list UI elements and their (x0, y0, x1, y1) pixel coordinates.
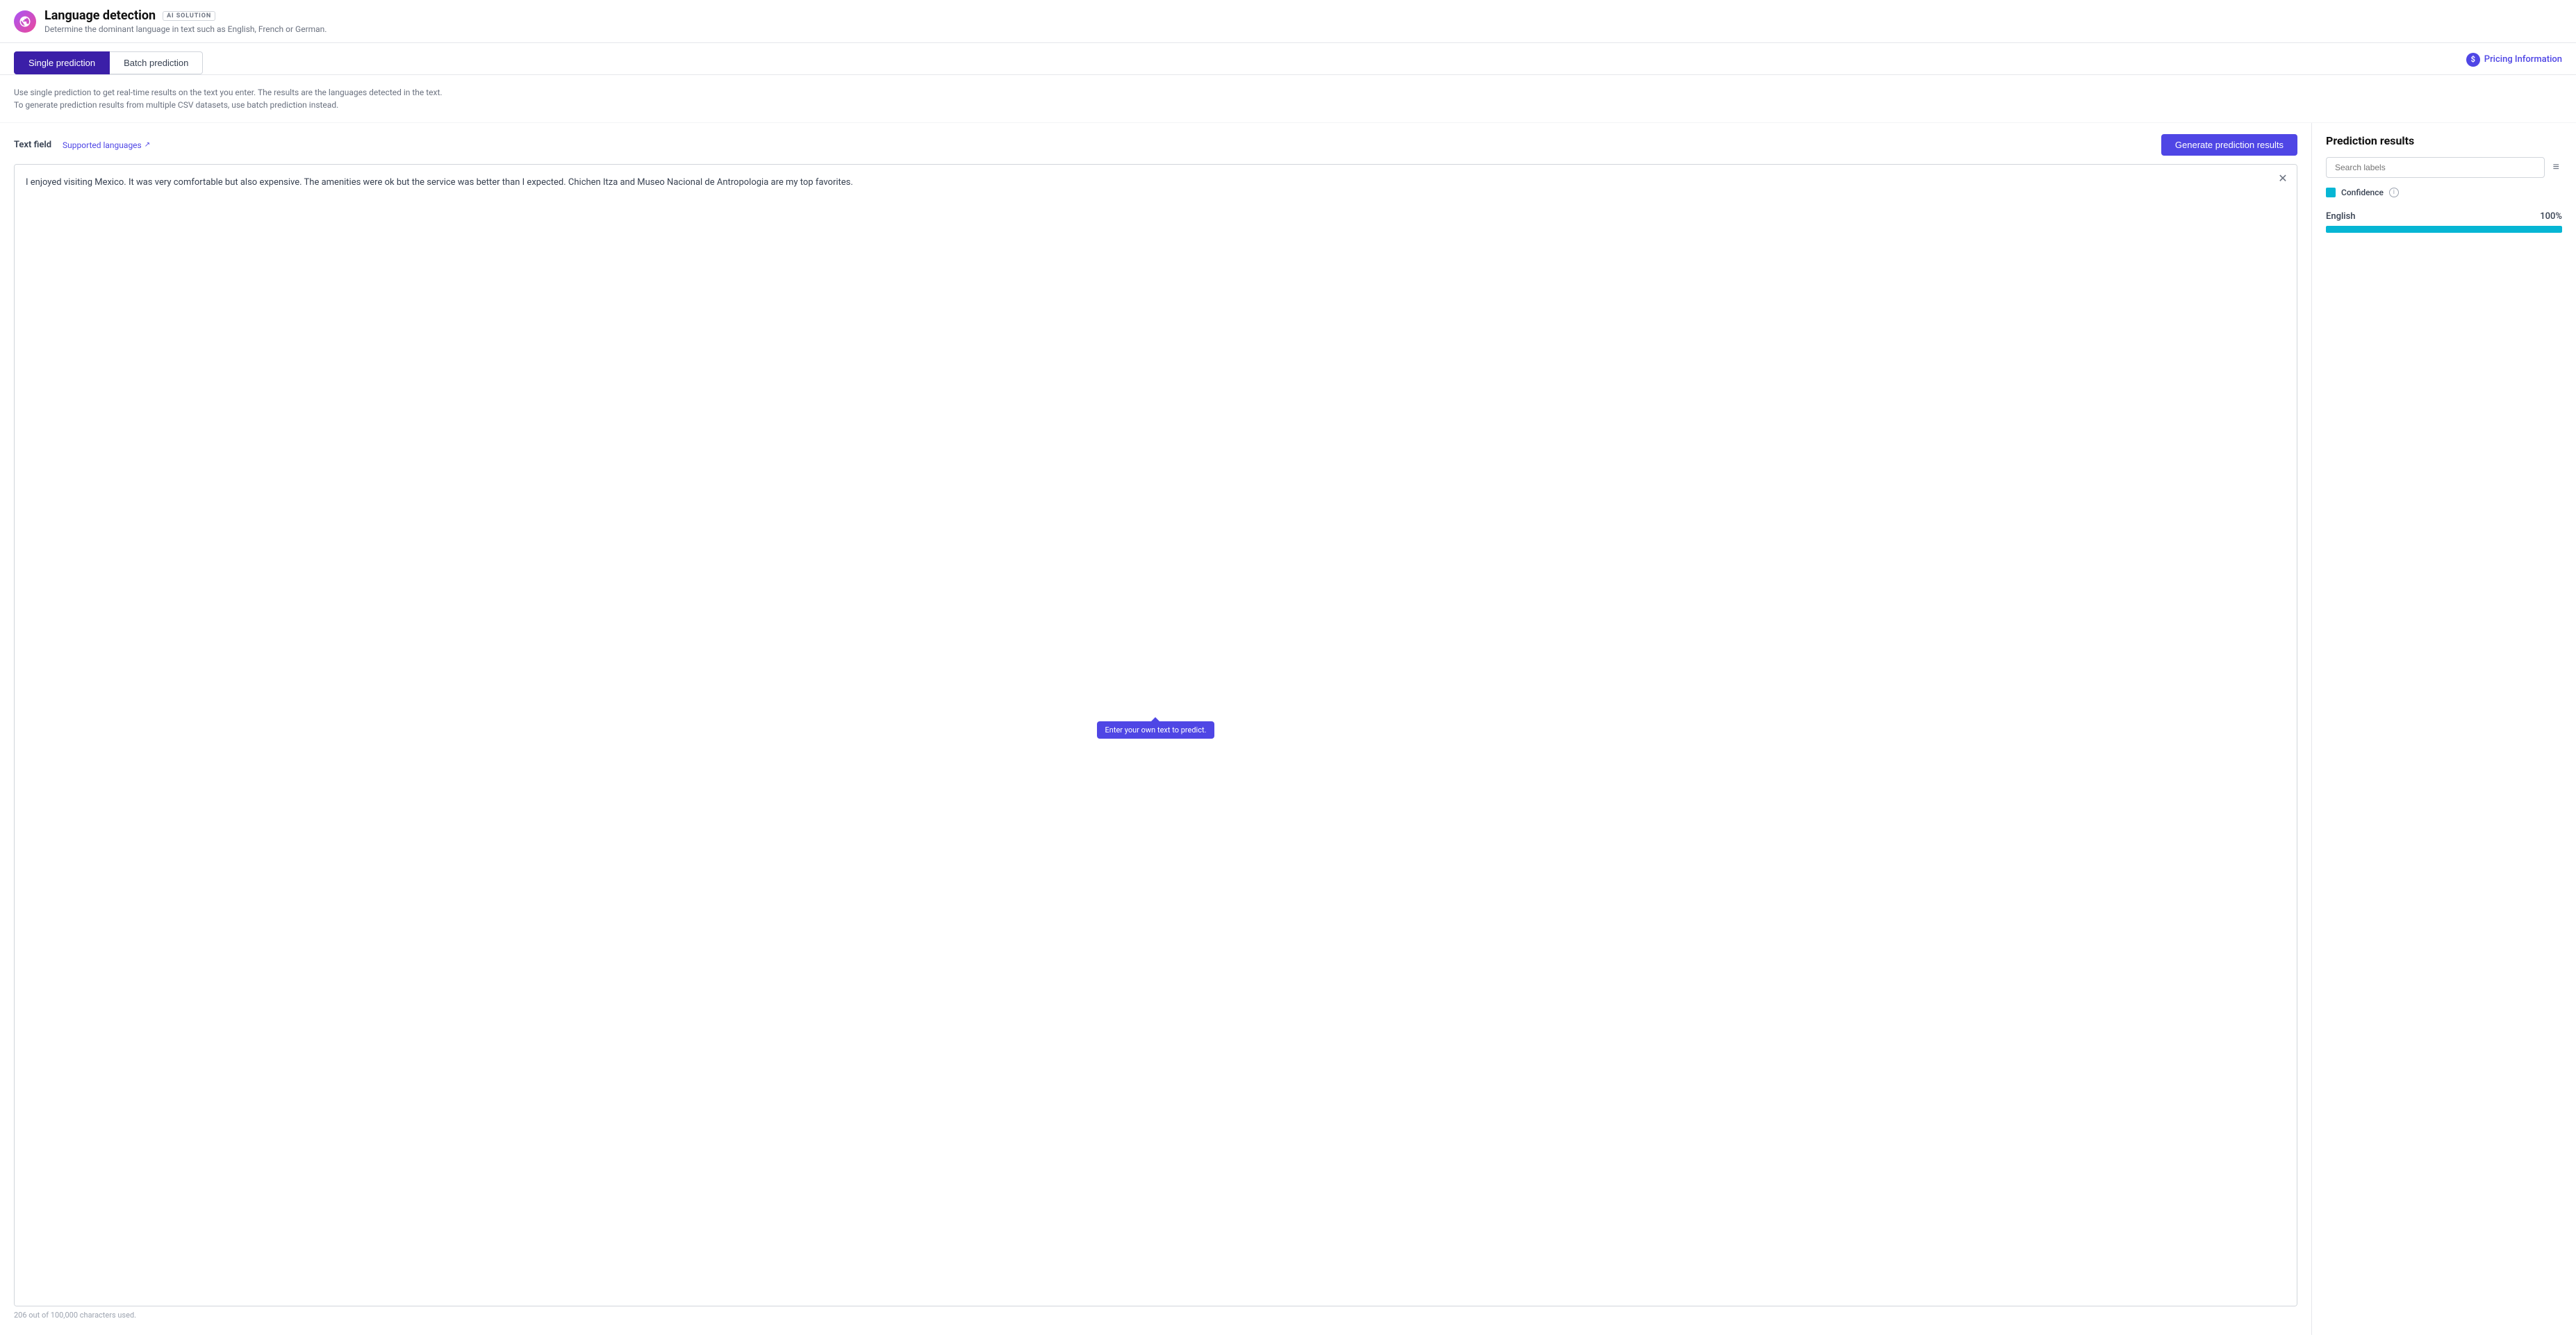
confidence-row: Confidence i (2326, 188, 2562, 197)
progress-bar-background (2326, 226, 2562, 233)
prediction-results-title: Prediction results (2326, 134, 2562, 147)
tabs-container: Single prediction Batch prediction (14, 51, 203, 74)
app-logo (14, 10, 36, 33)
external-link-icon: ↗ (145, 141, 150, 149)
tab-single-prediction[interactable]: Single prediction (14, 51, 110, 74)
search-container: ≡ (2326, 157, 2562, 178)
confidence-label: Confidence (2341, 188, 2384, 197)
info-line1: Use single prediction to get real-time r… (14, 86, 2562, 99)
left-panel: Text field Supported languages ↗ Generat… (0, 123, 2312, 1335)
text-field-label: Text field (14, 140, 51, 150)
confidence-dot (2326, 188, 2336, 197)
ai-badge: AI SOLUTION (163, 11, 215, 21)
char-count: 206 out of 100,000 characters used. (14, 1306, 2297, 1324)
tooltip: Enter your own text to predict. (1097, 721, 1215, 739)
clear-text-button[interactable]: ✕ (2274, 170, 2291, 187)
supported-languages-link[interactable]: Supported languages ↗ (63, 140, 150, 150)
language-row: English 100% (2326, 211, 2562, 222)
search-labels-input[interactable] (2326, 157, 2545, 178)
main-layout: Text field Supported languages ↗ Generat… (0, 123, 2576, 1335)
right-panel: Prediction results ≡ Confidence i Englis… (2312, 123, 2576, 1335)
language-name: English (2326, 211, 2356, 222)
tooltip-container: Enter your own text to predict. (1097, 721, 1215, 739)
pricing-label: Pricing Information (2484, 54, 2562, 65)
progress-bar-fill (2326, 226, 2562, 233)
logo-icon (19, 15, 31, 28)
confidence-info-icon[interactable]: i (2389, 188, 2399, 197)
pricing-icon: $ (2466, 53, 2480, 67)
pricing-link[interactable]: $ Pricing Information (2466, 53, 2562, 67)
app-title: Language detection (44, 8, 156, 23)
info-section: Use single prediction to get real-time r… (0, 75, 2576, 123)
info-line2: To generate prediction results from mult… (14, 99, 2562, 111)
app-header: Language detection AI SOLUTION Determine… (0, 0, 2576, 43)
text-field-left: Text field Supported languages ↗ (14, 140, 150, 150)
tab-batch-prediction[interactable]: Batch prediction (110, 51, 203, 74)
generate-prediction-button[interactable]: Generate prediction results (2161, 134, 2297, 156)
app-subtitle: Determine the dominant language in text … (44, 24, 327, 34)
text-field-header: Text field Supported languages ↗ Generat… (14, 134, 2297, 156)
text-input-container: ✕ Enter your own text to predict. (14, 164, 2297, 1306)
language-confidence-pct: 100% (2540, 211, 2562, 222)
tabs-row: Single prediction Batch prediction $ Pri… (0, 43, 2576, 75)
filter-button[interactable]: ≡ (2550, 158, 2562, 177)
language-result: English 100% (2326, 211, 2562, 233)
supported-languages-text: Supported languages (63, 140, 142, 150)
header-title-group: Language detection AI SOLUTION Determine… (44, 8, 327, 34)
